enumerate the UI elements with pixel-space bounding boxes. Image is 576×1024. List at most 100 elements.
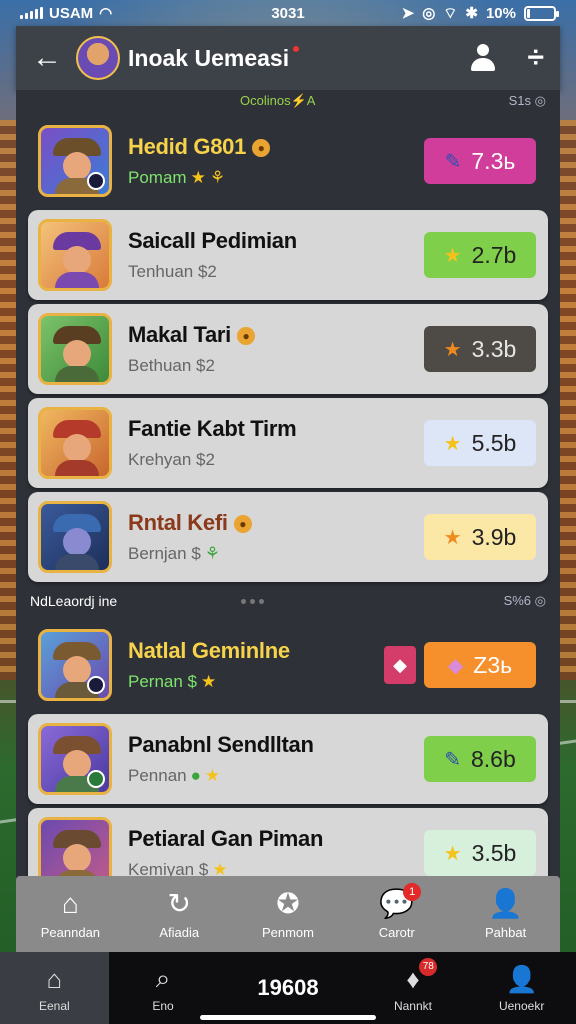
nav-search[interactable]: ⌕ Eno (109, 952, 218, 1024)
badge-icon (87, 676, 105, 694)
score-value: 8.6b (471, 745, 516, 772)
pencil-icon: ✎ (444, 748, 461, 771)
item-name: Rntal Kefi (128, 510, 228, 535)
notification-badge: 78 (419, 958, 438, 976)
gem-tag-icon[interactable]: ◆ (384, 646, 416, 684)
score-value: 3.9b (471, 523, 517, 550)
star-icon: ★ (443, 526, 462, 549)
navigation-bar: ⌂ Eenal ⌕ Eno 19608 ♦ 78 Nannkt 👤 Uenoek… (0, 952, 576, 1024)
score-value: 5.5b (471, 429, 517, 456)
star-icon: ★ (443, 338, 462, 361)
item-name: Natlal Geminlne (128, 638, 290, 663)
section-label: Ocolinos⚡A (240, 93, 316, 108)
score-value: 2.7b (471, 241, 517, 268)
notification-dot (293, 46, 300, 52)
score-pill[interactable]: ★ 3.5b (424, 830, 536, 876)
character-thumbnail (38, 723, 112, 795)
nav-label: Nannkt (393, 998, 432, 1013)
score-pill[interactable]: ✎ 7.3ь (424, 138, 536, 184)
list-item[interactable]: Saicall Pedimian Tenhuan $2 ★ 2.7b (28, 210, 548, 300)
score-value: 3.5b (471, 839, 517, 866)
home-indicator[interactable] (200, 1015, 376, 1020)
score-pill[interactable]: ✎ 8.6b (424, 736, 536, 782)
score-value: 7.3ь (471, 147, 516, 174)
search-icon: ⌕ (155, 963, 171, 993)
location-icon: ➤ (401, 5, 415, 22)
list-item[interactable]: Makal Tari ● Bethuan $2 ★ 3.3b (28, 304, 548, 394)
star-icon: ✪ (276, 887, 300, 919)
list-item[interactable]: Natlal Geminlne Pernan $ ★ ◆ ◆ Z3ь (28, 620, 548, 710)
back-arrow-icon[interactable]: ← (32, 41, 68, 75)
item-subtitle: Bernjan $ (128, 544, 201, 563)
profile-icon[interactable] (468, 43, 498, 73)
sparkle-icon: ⚘ (209, 168, 226, 187)
star-icon: ★ (204, 766, 221, 785)
section-meta: S%6 ◎ (503, 593, 546, 608)
score-pill[interactable]: ★ 5.5b (424, 420, 536, 466)
tab-label: Afiadia (159, 924, 200, 940)
tab-carotr[interactable]: 💬 1 Carotr (342, 882, 451, 940)
item-subtitle: Pomam (128, 168, 187, 187)
list-item[interactable]: Fantie Kabt Tirm Krehyan $2 ★ 5.5b (28, 398, 548, 488)
tab-label: Penmom (261, 924, 314, 940)
tab-penmom[interactable]: ✪ Penmom (234, 887, 343, 940)
coin-icon: ● (252, 139, 271, 158)
avatar[interactable] (76, 36, 120, 80)
section-header: Ocolinos⚡A S1s ◎ (16, 90, 560, 112)
item-subtitle: Bethuan $2 (128, 356, 215, 375)
score-pill[interactable]: ◆ Z3ь (424, 642, 536, 688)
star-icon: ★ (443, 432, 462, 455)
notification-badge: 1 (403, 882, 422, 901)
item-name: Fantie Kabt Tirm (128, 416, 297, 441)
nav-home[interactable]: ⌂ Eenal (0, 952, 109, 1024)
app-header: ← Inoak Uemeasi ÷ (16, 26, 560, 90)
battery-icon (524, 5, 559, 21)
tab-label: Carotr (378, 924, 415, 940)
status-bar: USAM ◠ 3031 ➤ ◎ ⌔ ✱ 10% (0, 0, 576, 26)
wifi-icon: ◠ (99, 5, 113, 22)
list-item[interactable]: Petiaral Gan Piman Kemiyan $ ★ ★ 3.5b (28, 808, 548, 880)
nav-profile[interactable]: 👤 Uenoekr (467, 952, 576, 1024)
tab-pahbat[interactable]: 👤 Pahbat (451, 888, 560, 940)
page-title: Inoak Uemeasi (128, 44, 290, 71)
badge-icon (87, 770, 105, 788)
nav-notify[interactable]: ♦ 78 Nannkt (359, 952, 468, 1024)
tab-label: Peanndan (40, 924, 101, 940)
item-subtitle: Pernan $ (128, 672, 197, 691)
item-subtitle: Krehyan $2 (128, 450, 215, 469)
star-icon: ★ (443, 244, 462, 267)
divide-icon[interactable]: ÷ (528, 41, 544, 75)
nav-label: Uenoekr (498, 998, 545, 1013)
item-name: Saicall Pedimian (128, 228, 297, 253)
list-item[interactable]: Hedid G801 ● Pomam ★ ⚘ ✎ 7.3ь (28, 116, 548, 206)
score-pill[interactable]: ★ 2.7b (424, 232, 536, 278)
score-pill[interactable]: ★ 3.3b (424, 326, 536, 372)
battery-percent: 10% (485, 4, 516, 22)
section-header: NdLeaordj ine S%6 ◎ (16, 586, 560, 616)
item-name: Hedid G801 (128, 134, 247, 159)
character-thumbnail (38, 629, 112, 701)
signal-icon (20, 7, 43, 19)
character-thumbnail (38, 407, 112, 479)
bottom-tab-bar: ⌂ Peanndan ↻ Afiadia ✪ Penmom 💬 1 Carotr… (16, 876, 560, 952)
star-icon: ★ (190, 168, 206, 187)
nav-center-counter[interactable]: 19608 (217, 975, 358, 1001)
tab-peanndan[interactable]: ⌂ Peanndan (16, 887, 125, 940)
star-icon: ★ (443, 842, 462, 865)
home-icon: ⌂ (61, 887, 79, 919)
tab-afiadia[interactable]: ↻ Afiadia (125, 888, 234, 940)
coin-icon: ● (236, 327, 255, 346)
leaderboard-panel[interactable]: Ocolinos⚡A S1s ◎ Hedid G801 ● Pomam ★ ⚘ ✎ 7… (16, 90, 560, 880)
nav-label: Eenal (38, 998, 70, 1013)
bell-icon: ♦ (406, 963, 420, 994)
pencil-icon: ✎ (444, 150, 462, 173)
gem-icon: ◆ (447, 654, 464, 677)
score-pill[interactable]: ★ 3.9b (424, 514, 536, 560)
do-not-disturb-icon: ◎ (422, 5, 436, 22)
star-icon: ★ (201, 672, 217, 691)
list-item[interactable]: Rntal Kefi ● Bernjan $ ⚘ ★ 3.9b (28, 492, 548, 582)
coin-icon: ● (233, 515, 252, 534)
character-thumbnail (38, 313, 112, 385)
item-subtitle: Pennan (128, 766, 187, 785)
list-item[interactable]: Panabnl Sendlltan Pennan ● ★ ✎ 8.6b (28, 714, 548, 804)
